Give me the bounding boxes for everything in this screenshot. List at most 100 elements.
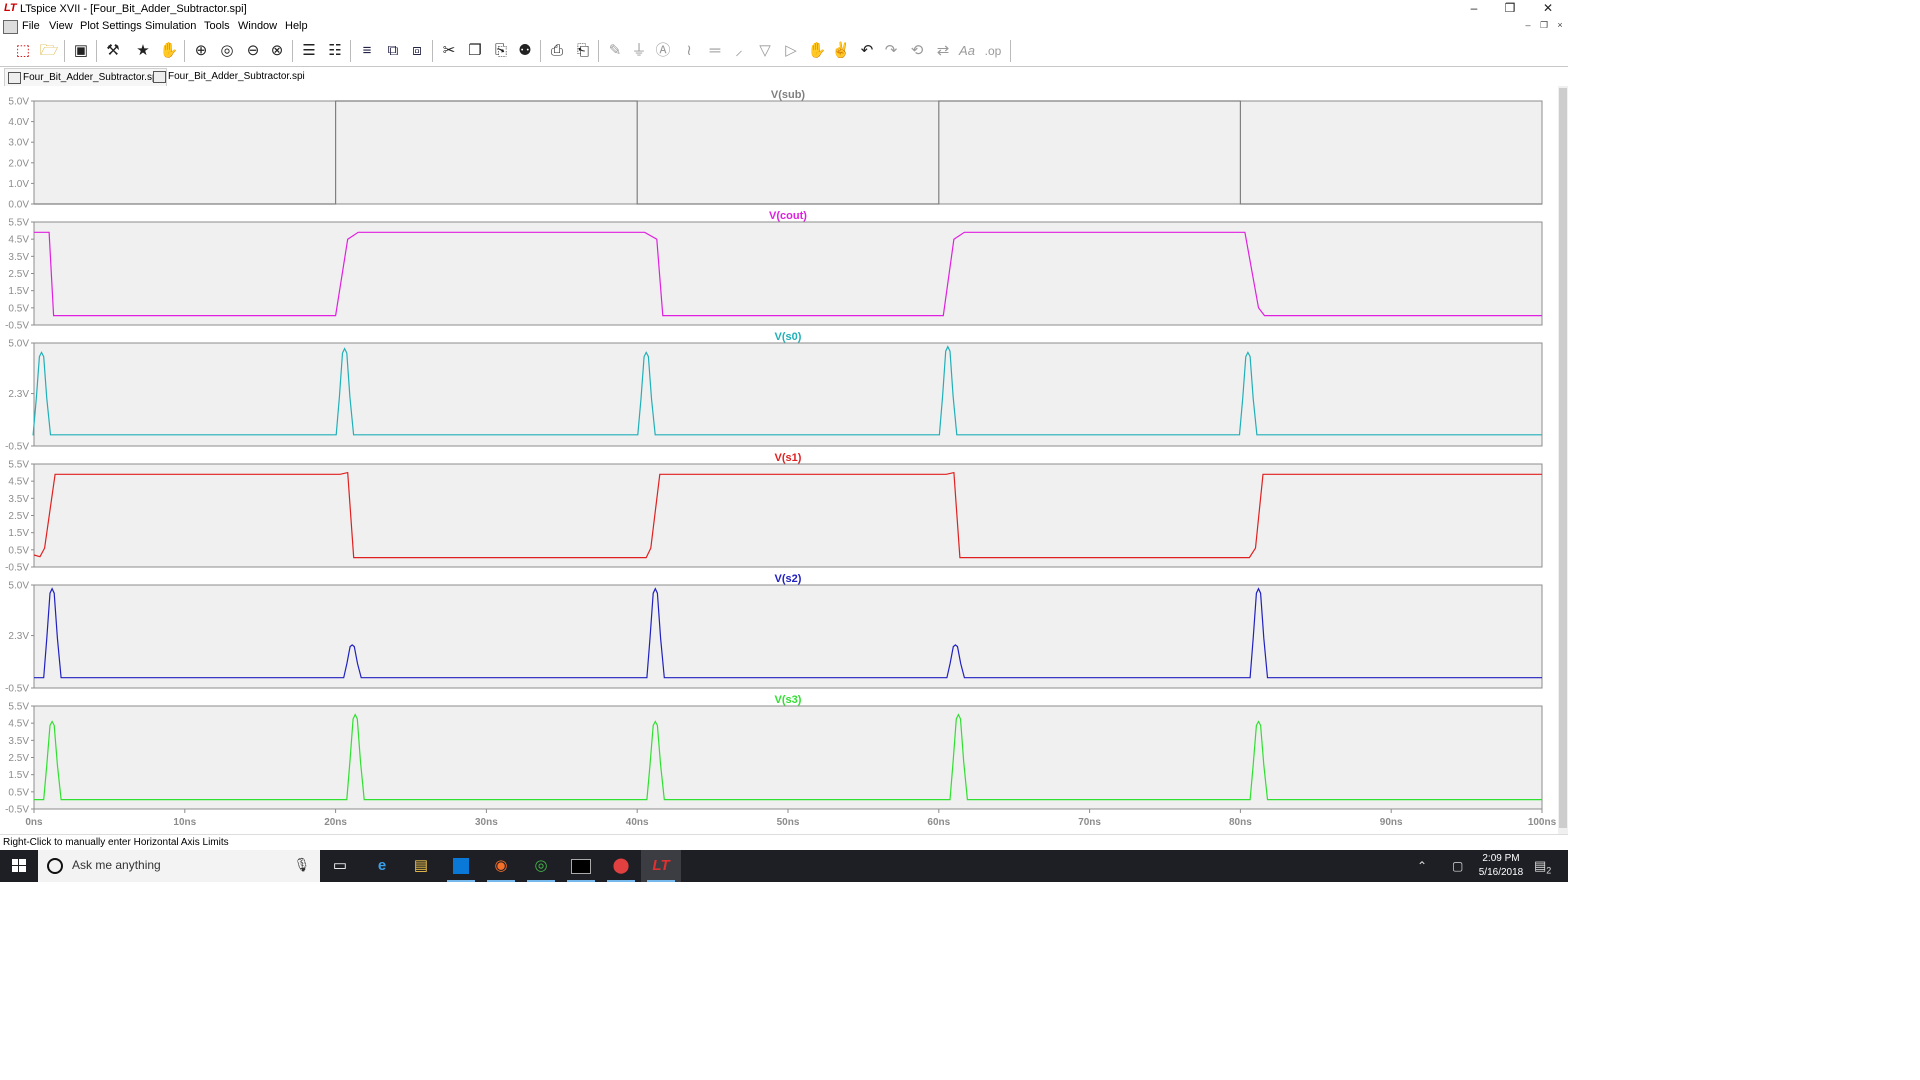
y-tick-label: 4.0V xyxy=(8,117,29,128)
document-menu-icon[interactable] xyxy=(3,20,18,34)
run-icon[interactable]: ★ xyxy=(132,39,154,63)
trace-label[interactable]: V(sub) xyxy=(771,89,806,101)
redo-icon[interactable]: ↷ xyxy=(880,39,902,63)
x-tick-label[interactable]: 90ns xyxy=(1380,817,1403,828)
waveform-viewer[interactable]: V(sub) 5.0V 4.0V 3.0V 2.0V 1.0V 0.0V V(cout) 5.5… xyxy=(0,86,1558,834)
chrome-icon[interactable]: ◎ xyxy=(521,850,561,882)
x-tick-label[interactable]: 30ns xyxy=(475,817,498,828)
show-hidden-icons-icon[interactable]: ⌃ xyxy=(1417,850,1427,882)
firefox-icon[interactable]: ◉ xyxy=(481,850,521,882)
menu-window[interactable]: Window xyxy=(238,20,277,32)
trace-label[interactable]: V(s3) xyxy=(775,694,802,706)
vertical-scrollbar[interactable] xyxy=(1558,86,1568,834)
minimize-button[interactable]: – xyxy=(1456,0,1492,18)
x-tick-label[interactable]: 40ns xyxy=(626,817,649,828)
move-icon[interactable]: ✋ xyxy=(806,39,828,63)
cut-icon[interactable]: ✂ xyxy=(438,39,460,63)
task-view-icon[interactable]: ▭ xyxy=(320,850,360,882)
plot-pane-1[interactable]: V(sub) 5.0V 4.0V 3.0V 2.0V 1.0V 0.0V xyxy=(8,89,1543,211)
rotate-icon[interactable]: ⟲ xyxy=(906,39,928,63)
terminal-icon[interactable] xyxy=(561,850,601,882)
diode-icon[interactable]: ▽ xyxy=(754,39,776,63)
network-icon[interactable]: ▢ xyxy=(1452,850,1463,882)
autorange-icon[interactable]: ☰ xyxy=(298,39,320,63)
x-tick-label[interactable]: 60ns xyxy=(927,817,950,828)
y-tick-label: 0.0V xyxy=(8,200,29,211)
mdi-close-button[interactable]: × xyxy=(1552,20,1568,30)
trace-label[interactable]: V(s2) xyxy=(775,573,802,585)
zoom-fit-icon[interactable]: ⊗ xyxy=(266,39,288,63)
tile-horizontal-icon[interactable]: ≡ xyxy=(356,39,378,63)
notification-icon[interactable]: ▤2 xyxy=(1534,850,1551,882)
ltspice-taskbar-icon[interactable]: LT xyxy=(641,850,681,882)
tab-waveform[interactable]: Four_Bit_Adder_Subtractor.spi xyxy=(4,68,167,86)
save-icon[interactable]: ▣ xyxy=(70,39,92,63)
trace-label[interactable]: V(cout) xyxy=(769,210,807,222)
plot-pane-4[interactable]: V(s1) 5.5V 4.5V 3.5V 2.5V 1.5V 0.5V -0.5V xyxy=(5,452,1543,574)
file-explorer-icon[interactable]: ▤ xyxy=(401,850,441,882)
x-tick-label[interactable]: 0ns xyxy=(25,817,43,828)
microphone-icon[interactable]: 🎙 xyxy=(293,857,310,873)
pan-hand-icon[interactable]: ✋ xyxy=(158,39,180,63)
inductor-icon[interactable]: ⸝ xyxy=(728,39,750,63)
x-tick-label[interactable]: 100ns xyxy=(1528,817,1557,828)
tab-netlist[interactable]: Four_Bit_Adder_Subtractor.spi xyxy=(150,68,311,85)
x-tick-label[interactable]: 50ns xyxy=(777,817,800,828)
copy-icon[interactable]: ❐ xyxy=(464,39,486,63)
open-icon[interactable]: 🗁 xyxy=(38,39,60,63)
x-tick-label[interactable]: 80ns xyxy=(1229,817,1252,828)
system-clock[interactable]: 2:09 PM 5/16/2018 xyxy=(1466,852,1536,880)
app-icon[interactable]: ⬤ xyxy=(601,850,641,882)
new-schematic-icon[interactable]: ⬚ xyxy=(12,39,34,63)
zoom-extents-icon[interactable]: ☷ xyxy=(324,39,346,63)
menu-tools[interactable]: Tools xyxy=(204,20,230,32)
scrollbar-thumb[interactable] xyxy=(1559,88,1567,828)
trace-label[interactable]: V(s0) xyxy=(775,331,802,343)
control-panel-icon[interactable]: ⚒ xyxy=(102,39,124,63)
menu-file[interactable]: File xyxy=(22,20,40,32)
close-button[interactable]: ✕ xyxy=(1530,0,1566,18)
print-icon[interactable]: ⎙ xyxy=(546,39,568,63)
print-setup-icon[interactable]: ⎗ xyxy=(572,39,594,63)
plot-pane-3[interactable]: V(s0) 5.0V 2.3V -0.5V xyxy=(5,331,1543,453)
find-icon[interactable]: ⚉ xyxy=(514,39,536,63)
plot-frame xyxy=(33,584,1543,689)
draw-wire-icon[interactable]: ✎ xyxy=(604,39,626,63)
trace-label[interactable]: V(s1) xyxy=(775,452,802,464)
paste-icon[interactable]: ⎘ xyxy=(490,39,512,63)
drag-icon[interactable]: ✌ xyxy=(830,39,852,63)
mirror-icon[interactable]: ⇄ xyxy=(932,39,954,63)
cortana-search-box[interactable]: Ask me anything 🎙 xyxy=(38,850,320,882)
x-tick-label[interactable]: 70ns xyxy=(1078,817,1101,828)
start-button[interactable] xyxy=(0,850,38,882)
zoom-area-icon[interactable]: ◎ xyxy=(216,39,238,63)
zoom-in-icon[interactable]: ⊕ xyxy=(190,39,212,63)
menu-simulation[interactable]: Simulation xyxy=(145,20,196,32)
label-net-icon[interactable]: Ⓐ xyxy=(652,39,674,63)
text-icon[interactable]: Aa xyxy=(956,39,978,63)
mdi-restore-button[interactable]: ❐ xyxy=(1536,20,1552,31)
cascade-icon[interactable]: ⧉ xyxy=(382,39,404,63)
plot-frame xyxy=(33,100,1543,205)
menu-plot-settings[interactable]: Plot Settings xyxy=(80,20,142,32)
spice-directive-icon[interactable]: .op xyxy=(982,39,1004,63)
zoom-out-icon[interactable]: ⊖ xyxy=(242,39,264,63)
menu-help[interactable]: Help xyxy=(285,20,308,32)
component-icon[interactable]: ▷ xyxy=(780,39,802,63)
x-tick-label[interactable]: 10ns xyxy=(173,817,196,828)
menu-view[interactable]: View xyxy=(49,20,73,32)
store-icon[interactable] xyxy=(441,850,481,882)
plot-pane-2[interactable]: V(cout) 5.5V 4.5V 3.5V 2.5V 1.5V 0.5V -0.5V xyxy=(5,210,1543,332)
ground-icon[interactable]: ⏚ xyxy=(628,39,650,63)
waveform-plots[interactable]: V(sub) 5.0V 4.0V 3.0V 2.0V 1.0V 0.0V V(cout) 5.5… xyxy=(0,86,1558,834)
capacitor-icon[interactable]: ═ xyxy=(704,39,726,63)
plot-pane-6[interactable]: V(s3) 5.5V 4.5V 3.5V 2.5V 1.5V 0.5V -0.5V xyxy=(5,694,1543,816)
maximize-button[interactable]: ❒ xyxy=(1492,0,1528,18)
undo-icon[interactable]: ↶ xyxy=(856,39,878,63)
x-tick-label[interactable]: 20ns xyxy=(324,817,347,828)
plot-pane-5[interactable]: V(s2) 5.0V 2.3V -0.5V xyxy=(5,573,1543,695)
mdi-minimize-button[interactable]: – xyxy=(1520,20,1536,30)
edge-icon[interactable]: e xyxy=(362,850,402,882)
tile-vertical-icon[interactable]: ⧈ xyxy=(406,39,428,63)
resistor-icon[interactable]: ≀ xyxy=(678,39,700,63)
